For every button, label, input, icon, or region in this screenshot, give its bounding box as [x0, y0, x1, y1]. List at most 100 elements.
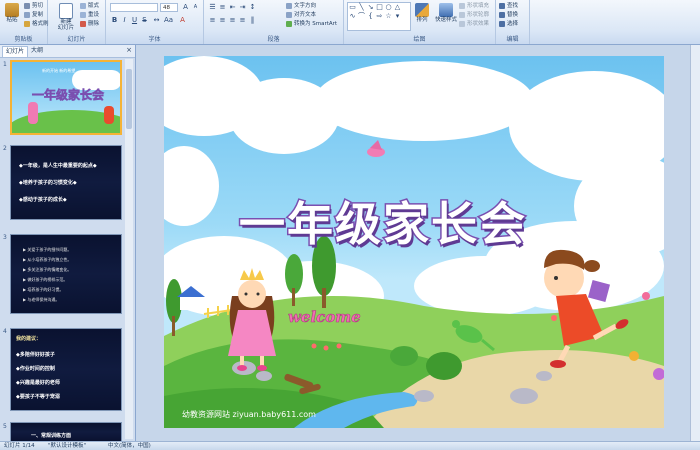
drawing-group: ▭ ╲ ↘ □ ○ △ ∿ ⌒ { ⇨ ☆ ▾ 排列 快速样式 形状填充 形状轮… — [344, 0, 496, 44]
increase-indent-icon[interactable]: ⇥ — [238, 3, 247, 12]
pen-icon — [459, 11, 465, 18]
scrollbar-thumb[interactable] — [126, 69, 132, 129]
quick-styles-button[interactable]: 快速样式 — [434, 3, 458, 29]
cut-button[interactable]: 剪切 — [24, 2, 43, 11]
slide-thumbnail-3[interactable]: ▶ 关爱于孩子的细节问题。 ▶ 从小培养孩子的独立性。 ▶ 多关注孩子的情绪变化… — [10, 234, 122, 314]
thumb-bullet: ◆感动于孩子的成长◆ — [19, 197, 67, 203]
columns-icon[interactable]: ‖ — [248, 16, 257, 25]
shape-outline-button[interactable]: 形状轮廓 — [459, 11, 489, 20]
slide-thumbnail-5[interactable]: 一、常规训练方面 — [10, 422, 122, 441]
brush-icon — [24, 20, 30, 27]
font-size-combo[interactable]: 48 — [160, 3, 178, 12]
align-right-icon[interactable]: ≡ — [228, 16, 237, 25]
thumb-bullet: ◆培养于孩子的习惯变化◆ — [19, 180, 77, 186]
thumb-bullet: ◆作业时间的控制 — [16, 366, 55, 372]
fill-bucket-icon — [459, 2, 465, 9]
shape-fill-button[interactable]: 形状填充 — [459, 2, 489, 11]
thumb-bullet: ◆一年级，是人生中最重要的起点◆ — [19, 163, 97, 169]
italic-icon[interactable]: I — [120, 16, 129, 25]
align-left-icon[interactable]: ≡ — [208, 16, 217, 25]
font-family-combo[interactable] — [110, 3, 158, 12]
textbox-shape-icon[interactable]: ▭ — [348, 3, 357, 12]
select-button[interactable]: 选择 — [499, 20, 518, 29]
curve-shape-icon[interactable]: ∿ — [348, 12, 357, 21]
change-case-icon[interactable]: Aa — [164, 16, 173, 25]
slide-canvas[interactable]: 新的开始 新的希望 一年级家长会 welcome 幼教资源网站 ziyuan.b… — [164, 56, 664, 428]
brace-shape-icon[interactable]: { — [366, 12, 375, 21]
thumb-line: ▶ 从小培养孩子的独立性。 — [23, 257, 72, 262]
oval-shape-icon[interactable]: ○ — [384, 3, 393, 12]
shape-effects-button[interactable]: 形状效果 — [459, 20, 489, 29]
group-label-paragraph: 段落 — [267, 36, 280, 43]
slide-number: 3 — [3, 234, 7, 241]
shapes-gallery[interactable]: ▭ ╲ ↘ □ ○ △ ∿ ⌒ { ⇨ ☆ ▾ — [347, 2, 411, 31]
workspace-scrollbar[interactable] — [690, 45, 700, 441]
shrink-font-icon[interactable]: A — [191, 3, 200, 12]
scissors-icon — [24, 2, 30, 9]
thumb-title: 一年级家长会 — [32, 88, 105, 103]
group-label-editing: 编辑 — [506, 36, 519, 43]
slide-thumbnail-4[interactable]: 我的建议： ◆多陪伴好好孩子 ◆作业时间的控制 ◆兴趣是最好的老师 ◆要孩子不等… — [10, 328, 122, 411]
binoculars-icon — [499, 2, 505, 9]
bullets-icon[interactable]: ☰ — [208, 3, 217, 12]
rect-shape-icon[interactable]: □ — [375, 3, 384, 12]
delete-button[interactable]: 删除 — [80, 20, 99, 29]
replace-icon — [499, 11, 505, 18]
bold-icon[interactable]: B — [110, 16, 119, 25]
line-spacing-icon[interactable]: ↕ — [248, 3, 257, 12]
strikethrough-icon[interactable]: S — [140, 16, 149, 25]
align-center-icon[interactable]: ≡ — [218, 16, 227, 25]
panel-scrollbar[interactable] — [125, 59, 133, 439]
char-spacing-icon[interactable]: ↔ — [152, 16, 161, 25]
reset-button[interactable]: 重设 — [80, 11, 99, 20]
thumb-girl — [28, 102, 38, 124]
thumb-line: ▶ 培养孩子的好习惯。 — [23, 287, 64, 292]
slide-thumbnail-1[interactable]: 新的开始 新的希望 一年级家长会 — [10, 60, 122, 135]
slides-group: 新建 幻灯片 版式 重设 删除 幻灯片 — [48, 0, 106, 44]
triangle-shape-icon[interactable]: △ — [393, 3, 402, 12]
numbering-icon[interactable]: ≡ — [218, 3, 227, 12]
close-icon[interactable]: × — [126, 46, 132, 54]
slide-number: 1 — [3, 61, 7, 68]
right-arrow-shape-icon[interactable]: ⇨ — [375, 12, 384, 21]
thumb-line: ▶ 与老师保持沟通。 — [23, 297, 60, 302]
paste-button[interactable]: 粘贴 — [2, 3, 22, 29]
slide-thumbnail-2[interactable]: ◆一年级，是人生中最重要的起点◆ ◆培养于孩子的习惯变化◆ ◆感动于孩子的成长◆ — [10, 145, 122, 220]
justify-icon[interactable]: ≡ — [238, 16, 247, 25]
tab-outline[interactable]: 大纲 — [28, 46, 46, 56]
decrease-indent-icon[interactable]: ⇤ — [228, 3, 237, 12]
slide-number: 2 — [3, 145, 7, 152]
thumb-bullet: ◆多陪伴好好孩子 — [16, 352, 55, 358]
layout-button[interactable]: 版式 — [80, 2, 99, 11]
convert-smartart-button[interactable]: 转换为 SmartArt — [286, 20, 337, 29]
format-painter-button[interactable]: 格式刷 — [24, 20, 49, 29]
replace-button[interactable]: 替换 — [499, 11, 518, 20]
more-shapes-icon[interactable]: ▾ — [393, 12, 402, 21]
find-button[interactable]: 查找 — [499, 2, 518, 11]
grow-font-icon[interactable]: A — [181, 3, 190, 12]
font-color-icon[interactable]: A — [178, 16, 187, 25]
slide-number: 5 — [3, 423, 7, 430]
underline-icon[interactable]: U — [130, 16, 139, 25]
align-text-button[interactable]: 对齐文本 — [286, 11, 316, 20]
text-direction-button[interactable]: 文字方向 — [286, 2, 316, 11]
welcome-sign: welcome — [288, 308, 361, 327]
copy-icon — [24, 11, 30, 18]
effects-icon — [459, 20, 465, 27]
slide-subtitle: 新的开始 新的希望 — [329, 110, 480, 130]
new-slide-icon — [59, 3, 73, 19]
paragraph-group: ☰ ≡ ⇤ ⇥ ↕ ≡ ≡ ≡ ≡ ‖ 文字方向 对齐文本 转换为 SmartA… — [204, 0, 344, 44]
font-group: 48 A A B I U S ↔ Aa A 字体 — [106, 0, 204, 44]
tab-slides[interactable]: 幻灯片 — [2, 46, 29, 57]
new-slide-button[interactable]: 新建 幻灯片 — [56, 3, 76, 31]
thumb-subtitle: 新的开始 新的希望 — [42, 68, 76, 73]
copy-button[interactable]: 复制 — [24, 11, 43, 20]
arrow-shape-icon[interactable]: ↘ — [366, 3, 375, 12]
group-label-clipboard: 剪贴板 — [14, 36, 33, 43]
line-shape-icon[interactable]: ╲ — [357, 3, 366, 12]
editing-group: 查找 替换 选择 编辑 — [496, 0, 530, 44]
delete-icon — [80, 20, 86, 27]
star-shape-icon[interactable]: ☆ — [384, 12, 393, 21]
bracket-shape-icon[interactable]: ⌒ — [357, 12, 366, 21]
arrange-button[interactable]: 排列 — [412, 3, 432, 29]
